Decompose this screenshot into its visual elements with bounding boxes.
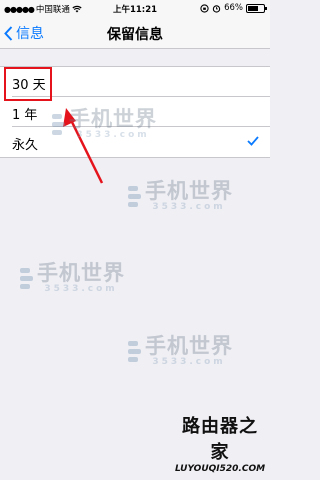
brand-name: 路由器之家	[182, 416, 258, 463]
annotation-arrow	[63, 108, 104, 184]
brand-logo: 路由器之家 LUYOUQI520.COM	[174, 412, 266, 474]
brand-url: LUYOUQI520.COM	[174, 464, 266, 474]
